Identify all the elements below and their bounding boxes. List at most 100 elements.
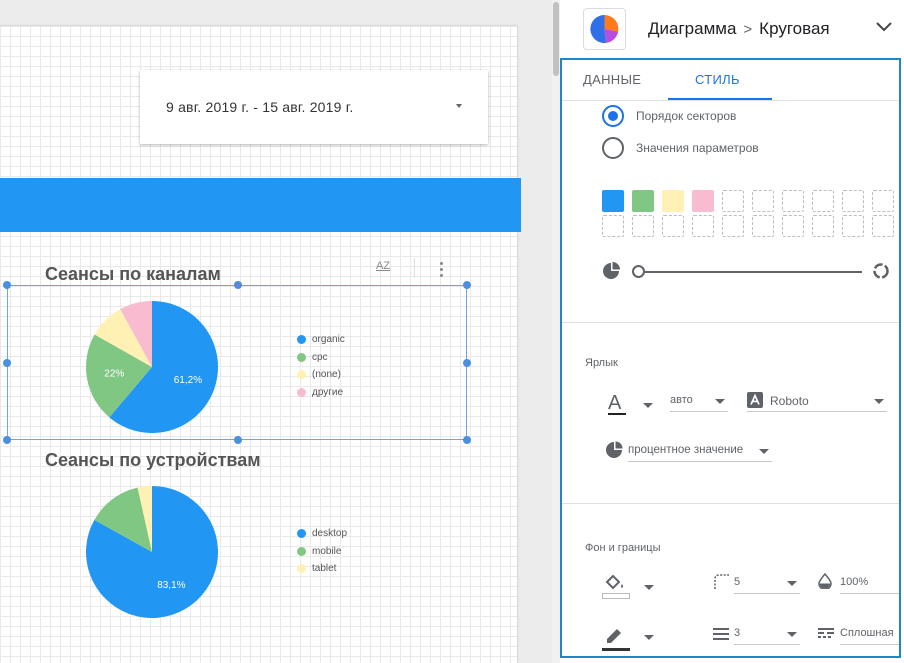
donut-slider-knob[interactable] <box>632 265 645 278</box>
resize-handle-tl[interactable] <box>3 281 11 289</box>
opacity-value: 100% <box>840 576 869 588</box>
chevron-down-icon[interactable] <box>876 21 892 33</box>
empty-color-swatch[interactable] <box>782 215 804 237</box>
opacity-select[interactable]: 100% <box>840 572 899 594</box>
empty-color-swatch[interactable] <box>722 190 744 212</box>
legend-color-dot <box>297 546 306 556</box>
empty-color-swatch[interactable] <box>692 215 714 237</box>
border-color-caret-icon[interactable] <box>644 635 654 640</box>
legend-color-dot <box>297 529 306 539</box>
border-weight-select[interactable]: 3 <box>734 623 800 645</box>
empty-color-swatch[interactable] <box>812 190 834 212</box>
more-options-icon[interactable] <box>440 262 443 280</box>
text-color-icon[interactable]: A <box>608 392 621 415</box>
radio-slice-order[interactable]: Порядок секторов <box>602 105 736 127</box>
donut-slider-row <box>602 260 892 280</box>
empty-color-swatch[interactable] <box>842 190 864 212</box>
properties-panel: Диаграмма > Круговая ДАННЫЕ СТИЛЬ Порядо… <box>560 0 904 663</box>
text-color-swatch <box>608 413 626 415</box>
resize-handle-tr[interactable] <box>463 281 471 289</box>
pie-chart-icon <box>590 14 619 43</box>
empty-color-swatch[interactable] <box>872 215 894 237</box>
radio-button[interactable] <box>602 137 624 159</box>
border-radius-icon <box>714 574 729 589</box>
empty-color-swatch[interactable] <box>662 215 684 237</box>
report-page[interactable]: 9 авг. 2019 г. - 15 авг. 2019 г. Сеансы … <box>0 26 521 663</box>
date-range-text: 9 авг. 2019 г. - 15 авг. 2019 г. <box>166 99 354 115</box>
chart-type-button[interactable] <box>583 8 626 50</box>
panel-body: ДАННЫЕ СТИЛЬ Порядок секторов Значения п… <box>560 58 901 658</box>
border-style-select[interactable]: Сплошная <box>840 623 899 645</box>
label-type-select[interactable]: процентное значение <box>628 440 772 462</box>
border-color-swatch <box>602 648 630 651</box>
color-swatch[interactable] <box>692 190 714 212</box>
legend-label: desktop <box>312 528 348 540</box>
border-weight-value: 3 <box>734 627 741 639</box>
chart-title-devices: Сеансы по устройствам <box>45 450 261 470</box>
tab-data[interactable]: ДАННЫЕ <box>583 72 641 87</box>
sort-az-icon[interactable]: AZ <box>376 260 390 272</box>
pie-chart-devices[interactable]: 83,1% <box>82 482 222 622</box>
resize-handle-bl[interactable] <box>3 436 11 444</box>
border-radius-value: 5 <box>734 576 741 588</box>
color-swatch[interactable] <box>662 190 684 212</box>
breadcrumb-leaf[interactable]: Круговая <box>759 19 829 39</box>
resize-handle-br[interactable] <box>463 436 471 444</box>
resize-handle-tm[interactable] <box>234 281 242 289</box>
opacity-icon <box>818 573 832 589</box>
fill-color-swatch <box>602 593 630 599</box>
legend-item[interactable]: tablet <box>297 560 347 578</box>
color-swatch[interactable] <box>632 190 654 212</box>
dropdown-caret-icon[interactable] <box>456 104 462 108</box>
dropdown-caret-icon <box>759 449 769 454</box>
legend-item[interactable]: mobile <box>297 543 347 561</box>
font-family-value: Roboto <box>770 394 809 408</box>
font-size-select[interactable]: авто <box>670 390 728 412</box>
text-color-caret-icon[interactable] <box>643 403 653 408</box>
empty-color-swatch[interactable] <box>632 215 654 237</box>
fill-color-icon[interactable] <box>604 573 628 591</box>
breadcrumb-separator: > <box>743 20 753 38</box>
empty-color-swatch[interactable] <box>722 215 744 237</box>
empty-color-swatch[interactable] <box>752 215 774 237</box>
radio-button-selected[interactable] <box>602 105 624 127</box>
empty-color-swatch[interactable] <box>602 215 624 237</box>
empty-color-swatch[interactable] <box>812 215 834 237</box>
breadcrumb-root[interactable]: Диаграмма <box>648 19 736 39</box>
resize-handle-ml[interactable] <box>3 359 11 367</box>
donut-icon <box>873 263 889 279</box>
resize-handle-mr[interactable] <box>463 359 471 367</box>
resize-handle-bm[interactable] <box>234 436 242 444</box>
legend-label: mobile <box>312 545 342 557</box>
donut-slider-track[interactable] <box>636 271 862 273</box>
pencil-icon[interactable] <box>604 626 624 646</box>
header-band <box>0 178 521 232</box>
empty-color-swatch[interactable] <box>842 215 864 237</box>
pie-icon <box>606 441 623 458</box>
font-family-select[interactable]: Roboto <box>747 390 887 412</box>
canvas-scrollbar-thumb[interactable] <box>553 2 559 76</box>
chart-title-channels: Сеансы по каналам <box>45 264 221 284</box>
empty-color-swatch[interactable] <box>752 190 774 212</box>
color-swatch[interactable] <box>602 190 624 212</box>
radio-label-dimension-values: Значения параметров <box>636 141 759 155</box>
radio-label-slice-order: Порядок секторов <box>636 109 737 123</box>
pie-icon <box>603 262 620 279</box>
selection-frame <box>7 285 467 440</box>
font-icon <box>747 392 763 408</box>
legend-item[interactable]: desktop <box>297 525 347 543</box>
empty-color-swatch[interactable] <box>782 190 804 212</box>
canvas-scrollbar-track[interactable] <box>552 0 560 663</box>
empty-color-swatch[interactable] <box>872 190 894 212</box>
breadcrumb: Диаграмма > Круговая <box>648 19 830 39</box>
line-weight-icon <box>713 628 729 640</box>
legend-color-dot <box>297 564 306 574</box>
fill-color-caret-icon[interactable] <box>644 585 654 590</box>
dropdown-caret-icon <box>874 399 884 404</box>
date-range-control[interactable]: 9 авг. 2019 г. - 15 авг. 2019 г. <box>140 70 488 144</box>
section-divider <box>562 503 899 504</box>
tab-style[interactable]: СТИЛЬ <box>695 72 740 87</box>
border-radius-select[interactable]: 5 <box>734 572 800 594</box>
radio-dimension-values[interactable]: Значения параметров <box>602 137 759 159</box>
border-style-value: Сплошная <box>840 627 894 639</box>
